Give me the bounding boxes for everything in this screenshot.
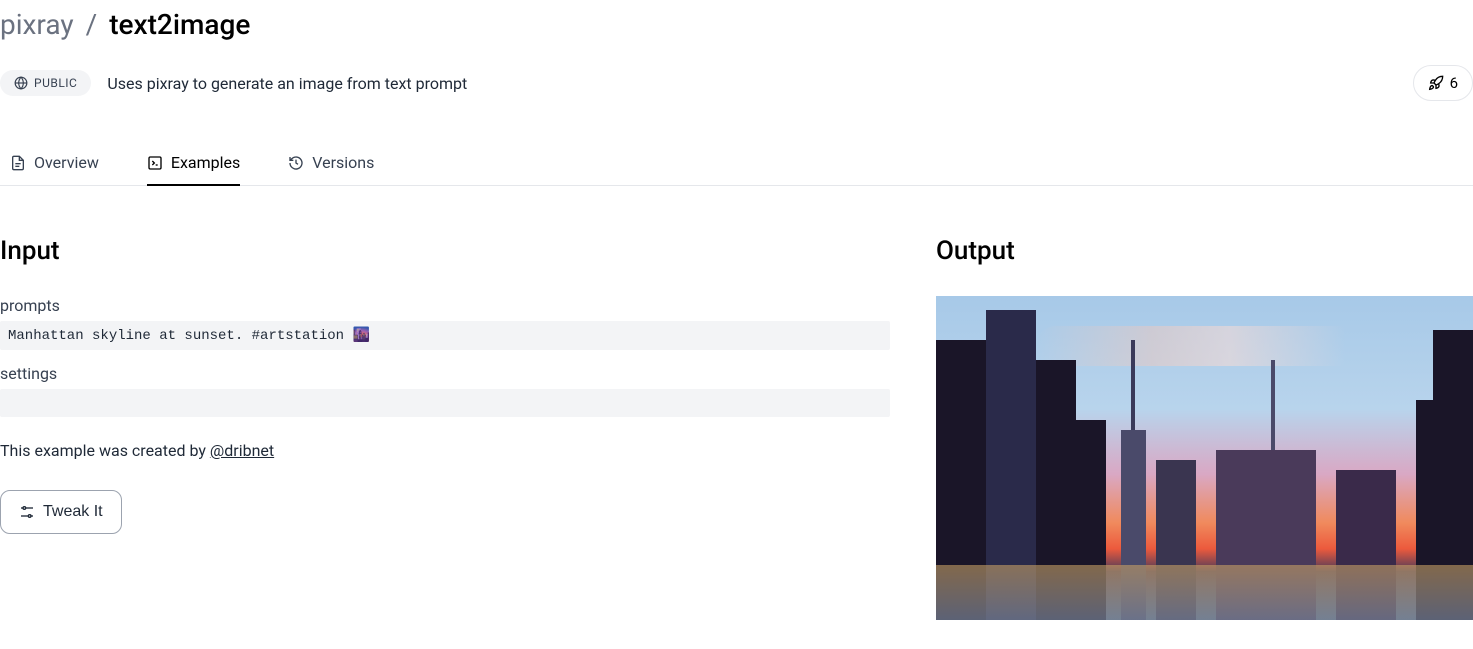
history-icon [288,155,304,171]
tab-overview-label: Overview [34,153,99,172]
breadcrumb-separator: / [86,8,98,41]
tabs: Overview Examples Versions [0,141,1473,186]
visibility-label: PUBLIC [34,76,77,90]
tab-versions[interactable]: Versions [288,141,374,186]
breadcrumb: pixray / text2image [0,8,1473,41]
input-heading: Input [0,236,890,266]
rocket-icon [1428,75,1444,91]
tab-examples[interactable]: Examples [147,141,240,186]
tweak-it-button[interactable]: Tweak It [0,490,122,534]
terminal-icon [147,155,163,171]
model-description: Uses pixray to generate an image from te… [107,74,467,93]
field-value-settings [0,389,890,417]
document-icon [10,155,26,171]
creator-line: This example was created by @dribnet [0,441,890,460]
output-section: Output [914,236,1473,620]
tab-overview[interactable]: Overview [10,141,99,186]
tab-examples-label: Examples [171,153,240,172]
creator-prefix: This example was created by [0,441,210,460]
tweak-it-label: Tweak It [43,503,103,521]
sliders-icon [19,504,35,520]
output-heading: Output [936,236,1473,266]
output-image[interactable] [936,296,1473,620]
runs-badge[interactable]: 6 [1413,65,1473,101]
creator-link[interactable]: @dribnet [210,441,274,460]
visibility-badge: PUBLIC [0,70,91,96]
globe-icon [14,76,28,90]
runs-count: 6 [1450,74,1458,92]
field-label-settings: settings [0,364,890,383]
input-section: Input prompts Manhattan skyline at sunse… [0,236,890,620]
field-label-prompts: prompts [0,296,890,315]
field-value-prompts: Manhattan skyline at sunset. #artstation… [0,321,890,350]
tab-versions-label: Versions [312,153,374,172]
breadcrumb-owner[interactable]: pixray [0,8,74,41]
breadcrumb-model-name[interactable]: text2image [109,8,250,41]
